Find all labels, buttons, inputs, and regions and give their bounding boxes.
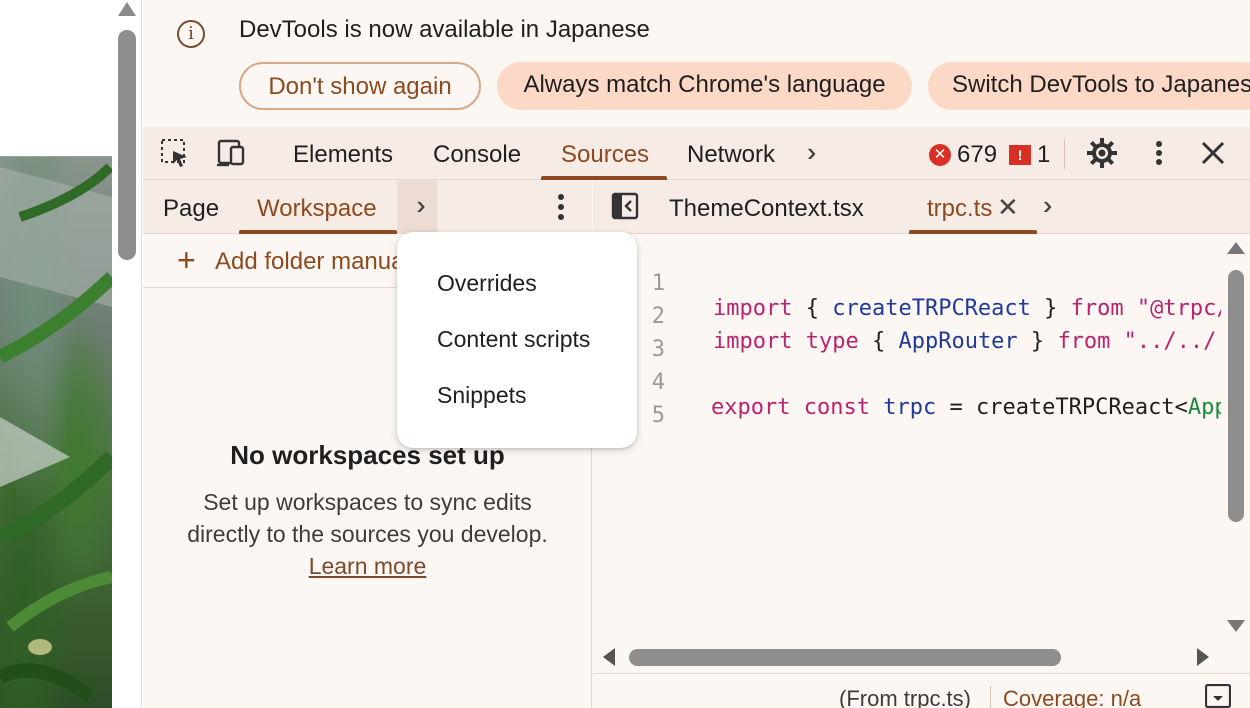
navigator-tabs: Page Workspace ›› — [143, 180, 592, 234]
more-tabs-icon[interactable]: ›› — [807, 137, 819, 168]
status-divider — [990, 686, 991, 708]
page-scrollbar-thumb[interactable] — [118, 30, 136, 260]
horizontal-scrollbar-thumb[interactable] — [629, 649, 1061, 666]
always-match-language-button[interactable]: Always match Chrome's language — [497, 62, 912, 110]
error-counter[interactable]: ✕ 679 ! 1 — [929, 141, 1050, 169]
toolbar-divider — [1064, 139, 1065, 169]
infobar-message: DevTools is now available in Japanese — [239, 16, 650, 43]
editor-tab-themecontext[interactable]: ThemeContext.tsx — [669, 195, 864, 223]
code-text: import { createTRPCReact } from "@trpc/r… — [713, 296, 1221, 321]
more-vertical-icon[interactable] — [1143, 137, 1175, 169]
settings-gear-icon[interactable] — [1086, 137, 1118, 169]
tab-sources[interactable]: Sources — [561, 141, 649, 169]
issue-count: 1 — [1037, 141, 1051, 168]
tab-workspace[interactable]: Workspace — [257, 195, 377, 223]
tab-elements[interactable]: Elements — [293, 141, 393, 169]
code-area[interactable]: 1 import { createTRPCReact } from "@trpc… — [593, 234, 1221, 634]
empty-state-description: Set up workspaces to sync edits directly… — [183, 486, 552, 582]
more-vertical-icon[interactable] — [547, 190, 575, 224]
switch-language-button[interactable]: Switch DevTools to Japanese — [928, 62, 1250, 110]
menu-item-content-scripts[interactable]: Content scripts — [437, 326, 590, 353]
code-editor: ThemeContext.tsx trpc.ts ✕ ›› 1 import {… — [593, 180, 1250, 708]
code-text: export const trpc = createTRPCReact<AppR… — [711, 395, 1221, 420]
scroll-right-arrow-icon[interactable] — [1197, 648, 1209, 666]
scroll-up-arrow-icon[interactable] — [118, 2, 136, 16]
more-tabs-icon[interactable]: ›› — [1043, 190, 1055, 221]
coverage-link[interactable]: Coverage: n/a — [1003, 686, 1141, 708]
close-icon[interactable]: ✕ — [997, 192, 1019, 223]
editor-tabs: ThemeContext.tsx trpc.ts ✕ ›› — [593, 180, 1250, 234]
inspect-element-icon[interactable] — [159, 137, 191, 169]
more-tabs-menu: Overrides Content scripts Snippets — [397, 232, 637, 448]
menu-item-overrides[interactable]: Overrides — [437, 270, 537, 297]
page-scrollbar[interactable] — [112, 0, 142, 708]
error-count: 679 — [957, 141, 998, 168]
source-origin-text: (From trpc.ts) — [839, 686, 971, 708]
devtools-panel: i DevTools is now available in Japanese … — [143, 0, 1250, 708]
more-tabs-icon[interactable]: ›› — [397, 180, 437, 234]
editor-vertical-scrollbar[interactable] — [1221, 234, 1250, 642]
device-toolbar-icon[interactable] — [215, 137, 247, 169]
editor-horizontal-scrollbar[interactable] — [593, 642, 1221, 672]
error-icon: ✕ — [929, 144, 951, 166]
tab-page[interactable]: Page — [163, 195, 219, 223]
code-text: import type { AppRouter } from "../../..… — [713, 329, 1221, 354]
tab-network[interactable]: Network — [687, 141, 775, 169]
language-infobar: i DevTools is now available in Japanese … — [143, 0, 1250, 127]
learn-more-link[interactable]: Learn more — [309, 553, 427, 579]
issue-icon: ! — [1009, 145, 1032, 165]
editor-status-bar: (From trpc.ts) Coverage: n/a — [593, 673, 1250, 708]
tab-console[interactable]: Console — [433, 141, 521, 169]
dont-show-again-button[interactable]: Don't show again — [239, 62, 481, 110]
vertical-scrollbar-thumb[interactable] — [1228, 270, 1244, 522]
add-folder-label: Add folder manually — [215, 248, 415, 275]
inspected-page — [0, 0, 112, 708]
main-toolbar: Elements Console Sources Network ›› ✕ 67… — [143, 127, 1250, 180]
plus-icon: + — [177, 242, 196, 278]
empty-state-text: Set up workspaces to sync edits directly… — [187, 489, 548, 547]
editor-tab-trpc[interactable]: trpc.ts — [927, 195, 992, 223]
scroll-left-arrow-icon[interactable] — [603, 648, 615, 666]
info-icon: i — [177, 20, 205, 48]
scroll-up-arrow-icon[interactable] — [1227, 242, 1245, 254]
menu-item-snippets[interactable]: Snippets — [437, 382, 527, 409]
close-icon[interactable] — [1197, 137, 1229, 169]
toggle-navigator-icon[interactable] — [611, 192, 639, 220]
page-photo-image — [0, 156, 112, 708]
drawer-icon[interactable] — [1205, 684, 1231, 708]
scroll-down-arrow-icon[interactable] — [1227, 620, 1245, 632]
